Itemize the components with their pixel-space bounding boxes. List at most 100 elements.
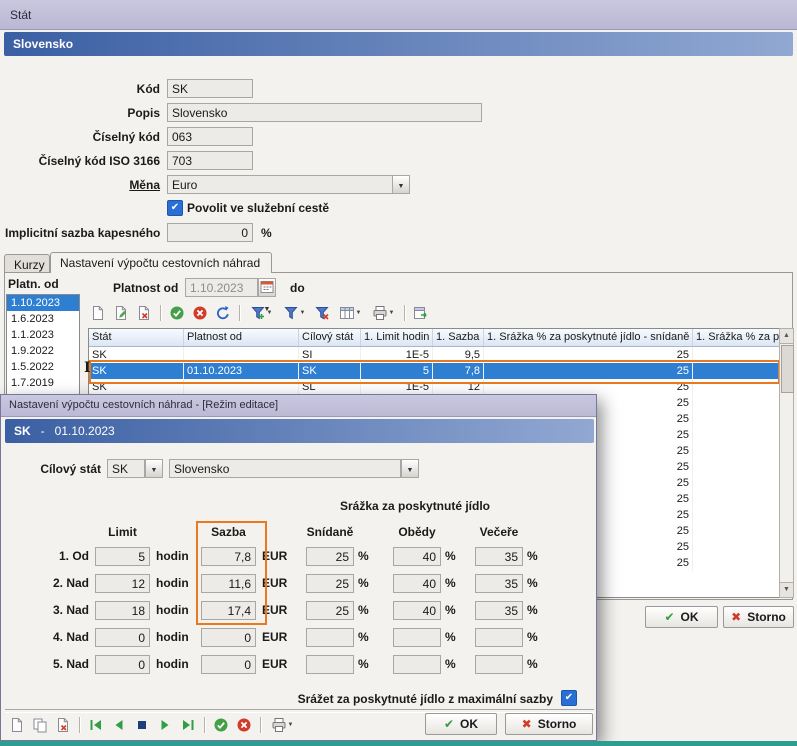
nav-current-icon[interactable] [132, 716, 152, 734]
povolit-checkbox[interactable] [167, 200, 183, 216]
limit-input[interactable]: 5 [95, 547, 150, 566]
limit-input[interactable]: 12 [95, 574, 150, 593]
snidane-input[interactable]: 25 [306, 547, 354, 566]
filter-remove-icon[interactable] [312, 304, 332, 322]
snidane-input[interactable]: 25 [306, 601, 354, 620]
edit-record-icon[interactable] [111, 304, 131, 322]
popis-input[interactable]: Slovensko [167, 103, 482, 122]
grid-column-header[interactable]: 1. Srážka % za poskytnuté jídlo - snídan… [484, 329, 693, 346]
new-record-icon[interactable] [7, 716, 27, 734]
vecere-input[interactable] [475, 655, 523, 674]
cancel-icon[interactable] [234, 716, 254, 734]
calendar-icon[interactable] [258, 278, 276, 297]
nav-next-icon[interactable] [155, 716, 175, 734]
platnost-list-item[interactable]: 1.6.2023 [7, 311, 79, 327]
platnost-od-date-input[interactable]: 1.10.2023 [185, 278, 258, 297]
accept-icon[interactable] [167, 304, 187, 322]
snidane-input[interactable] [306, 628, 354, 647]
grid-column-header[interactable]: Platnost od [184, 329, 299, 346]
kapesne-input[interactable]: 0 [167, 223, 253, 242]
filter-add-icon[interactable]: ▼ [246, 304, 276, 322]
obedy-input[interactable]: 40 [393, 574, 441, 593]
copy-record-icon[interactable] [30, 716, 50, 734]
platnost-list-item[interactable]: 1.1.2023 [7, 327, 79, 343]
table-row[interactable]: SK01.10.2023SK57,825 [89, 363, 780, 379]
vecere-input[interactable]: 35 [475, 547, 523, 566]
print-icon[interactable]: ▼ [368, 304, 398, 322]
sazba-input[interactable]: 7,8 [201, 547, 256, 566]
obedy-input[interactable] [393, 655, 441, 674]
export-icon[interactable] [411, 304, 431, 322]
dropdown-arrow-icon[interactable]: ▼ [288, 722, 294, 728]
iso-kod-input[interactable]: 703 [167, 151, 253, 170]
mena-combobox[interactable]: Euro [167, 175, 393, 194]
nav-prev-icon[interactable] [109, 716, 129, 734]
ok-button[interactable]: ✔ OK [645, 606, 718, 628]
obedy-input[interactable]: 40 [393, 601, 441, 620]
cilovy-stat-name-combobox[interactable]: Slovensko [169, 459, 401, 478]
obedy-input[interactable] [393, 628, 441, 647]
cilovy-stat-name-dropdown-button[interactable] [401, 459, 419, 478]
tab-kurzy[interactable]: Kurzy [4, 254, 50, 273]
sazba-input[interactable]: 0 [201, 655, 256, 674]
dropdown-arrow-icon[interactable]: ▼ [356, 310, 362, 316]
dialog-ok-button[interactable]: ✔ OK [425, 713, 497, 735]
grid-column-header[interactable]: Cílový stát [299, 329, 361, 346]
sazba-input[interactable]: 0 [201, 628, 256, 647]
mena-dropdown-button[interactable] [392, 175, 410, 194]
ciselny-kod-input[interactable]: 063 [167, 127, 253, 146]
delete-record-icon[interactable] [134, 304, 154, 322]
cancel-icon[interactable] [190, 304, 210, 322]
mena-label[interactable]: Měna [5, 178, 160, 192]
kod-input[interactable]: SK [167, 79, 253, 98]
platnost-list-item[interactable]: 1.7.2019 [7, 375, 79, 391]
nav-first-icon[interactable] [86, 716, 106, 734]
table-row[interactable]: SKSL1E-51225 [89, 379, 780, 395]
table-row[interactable]: SKSI1E-59,525 [89, 347, 780, 363]
limit-input[interactable]: 0 [95, 628, 150, 647]
table-cell: 5 [361, 363, 433, 379]
snidane-column-header: Snídaně [300, 525, 360, 539]
refresh-icon[interactable] [213, 304, 233, 322]
table-vertical-scrollbar[interactable] [779, 328, 794, 598]
cilovy-stat-code-combobox[interactable]: SK [107, 459, 145, 478]
new-record-icon[interactable] [88, 304, 108, 322]
columns-icon[interactable]: ▼ [335, 304, 365, 322]
platnost-list-item[interactable]: 1.9.2022 [7, 343, 79, 359]
scroll-down-arrow-icon[interactable] [780, 582, 793, 597]
dropdown-arrow-icon[interactable]: ▼ [300, 310, 306, 316]
dialog-storno-button[interactable]: ✖ Storno [505, 713, 593, 735]
platnost-list-item[interactable]: 1.10.2023 [7, 295, 79, 311]
cilovy-stat-code-dropdown-button[interactable] [145, 459, 163, 478]
grid-column-header[interactable]: 1. Srážka % za pos [693, 329, 780, 346]
srazet-checkbox[interactable] [561, 690, 577, 706]
dropdown-arrow-icon[interactable]: ▼ [267, 310, 273, 316]
sazba-input[interactable]: 17,4 [201, 601, 256, 620]
delete-record-icon[interactable] [53, 716, 73, 734]
sazba-input[interactable]: 11,6 [201, 574, 256, 593]
print-icon[interactable]: ▼ [267, 716, 297, 734]
dialog-record-header: SK - 01.10.2023 [5, 419, 594, 443]
grid-column-header[interactable]: 1. Sazba [433, 329, 484, 346]
nav-last-icon[interactable] [178, 716, 198, 734]
obedy-input[interactable]: 40 [393, 547, 441, 566]
dropdown-arrow-icon[interactable]: ▼ [389, 310, 395, 316]
accept-icon[interactable] [211, 716, 231, 734]
platnost-list-item[interactable]: 1.5.2022 [7, 359, 79, 375]
vecere-input[interactable]: 35 [475, 601, 523, 620]
limit-input[interactable]: 18 [95, 601, 150, 620]
hodin-unit-label: hodin [156, 657, 189, 671]
grid-column-header[interactable]: Stát [89, 329, 184, 346]
tab-nastaveni-nahrad[interactable]: Nastavení výpočtu cestovních náhrad [50, 252, 272, 273]
storno-button[interactable]: ✖ Storno [723, 606, 794, 628]
snidane-input[interactable] [306, 655, 354, 674]
vecere-input[interactable] [475, 628, 523, 647]
snidane-input[interactable]: 25 [306, 574, 354, 593]
scrollbar-thumb[interactable] [781, 345, 794, 393]
kapesne-unit-label: % [261, 226, 272, 240]
grid-column-header[interactable]: 1. Limit hodin [361, 329, 433, 346]
scroll-up-arrow-icon[interactable] [780, 329, 793, 344]
filter-icon[interactable]: ▼ [279, 304, 309, 322]
limit-input[interactable]: 0 [95, 655, 150, 674]
vecere-input[interactable]: 35 [475, 574, 523, 593]
